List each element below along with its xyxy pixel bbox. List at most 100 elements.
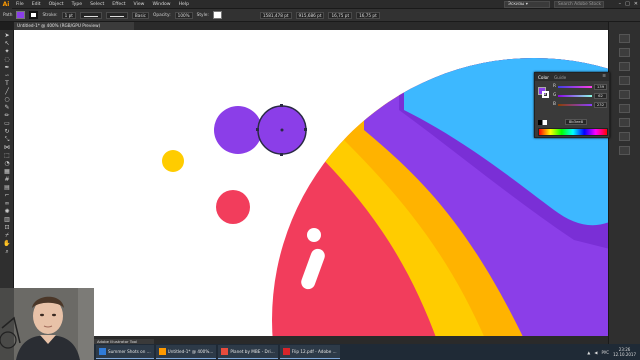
illustrator-app-icon [158, 348, 166, 355]
taskbar-item-illustrator[interactable]: Untitled-1* @ 400%... [155, 345, 217, 359]
width-field[interactable]: 16,75 pt [328, 11, 353, 19]
artboard-canvas[interactable] [14, 30, 608, 344]
direct-selection-tool-icon[interactable]: ↖ [3, 40, 11, 47]
lasso-icon[interactable]: ◌ [3, 56, 11, 63]
minimize-icon[interactable]: – [619, 0, 622, 9]
hex-value-field[interactable]: 8b3ee8 [565, 119, 587, 125]
gradient-tool-icon[interactable]: ▤ [3, 184, 11, 191]
paintbrush-icon[interactable]: ✎ [3, 104, 11, 111]
taskbar-item-summer-shots[interactable]: Summer Shots on ... [96, 345, 154, 359]
menu-object[interactable]: Object [45, 2, 68, 7]
tab-guide[interactable]: Guide [554, 75, 566, 80]
brushes-icon[interactable] [619, 104, 630, 113]
x-coordinate-field[interactable]: 1581,478 pt [259, 11, 292, 19]
purple-circle[interactable] [214, 106, 262, 154]
opacity-label[interactable]: Opacity: [153, 13, 171, 18]
artboard-tool-icon[interactable]: ⊡ [3, 224, 11, 231]
panel-menu-icon[interactable]: ≡ [602, 74, 606, 79]
color-spectrum[interactable] [538, 128, 608, 136]
column-graph-icon[interactable]: ▥ [3, 216, 11, 223]
menu-effect[interactable]: Effect [108, 2, 129, 7]
slice-tool-icon[interactable]: ⌿ [3, 232, 11, 239]
libraries-icon[interactable] [619, 62, 630, 71]
selection-tool-icon[interactable]: ➤ [3, 32, 11, 39]
mesh-tool-icon[interactable]: # [3, 176, 11, 183]
pencil-icon[interactable]: ✏ [3, 112, 11, 119]
volume-icon[interactable]: ◀ [594, 350, 597, 355]
properties-icon[interactable] [619, 34, 630, 43]
green-value-field[interactable]: 62 [594, 93, 607, 99]
planet[interactable] [14, 30, 608, 344]
eraser-icon[interactable]: ▭ [3, 120, 11, 127]
curvature-tool-icon[interactable]: ∽ [3, 72, 11, 79]
menu-edit[interactable]: Edit [28, 2, 45, 7]
language-indicator[interactable]: РУС [601, 350, 609, 355]
stock-search-input[interactable]: Search Adobe Stock [554, 1, 604, 8]
zoom-tool-icon[interactable]: ⌕ [3, 248, 11, 255]
color-stroke-swatch[interactable] [542, 91, 549, 98]
yellow-circle[interactable] [162, 150, 184, 172]
document-tab[interactable]: Untitled-1* @ 400% (RGB/GPU Preview) [14, 22, 134, 30]
hand-tool-icon[interactable]: ✋ [3, 240, 11, 247]
blend-tool-icon[interactable]: ∞ [3, 200, 11, 207]
stroke-label: Stroke: [42, 12, 58, 18]
blue-value-field[interactable]: 232 [594, 102, 607, 108]
red-slider[interactable] [558, 86, 592, 88]
eyedropper-icon[interactable]: ⌐ [3, 192, 11, 199]
variable-width-profile[interactable] [79, 11, 102, 19]
line-tool-icon[interactable]: ╱ [3, 88, 11, 95]
scale-tool-icon[interactable]: ⤡ [3, 136, 11, 143]
type-tool-icon[interactable]: T [3, 80, 11, 87]
workspace-switcher[interactable]: Эскизы ▾ [504, 1, 550, 8]
color-panel-icon[interactable] [619, 76, 630, 85]
windows-taskbar: Summer Shots on ... Untitled-1* @ 400%..… [94, 344, 640, 360]
swatches-icon[interactable] [619, 90, 630, 99]
brush-definition[interactable] [105, 11, 128, 19]
color-panel-tabs: Color Guide [535, 73, 609, 81]
width-tool-icon[interactable]: ⋈ [3, 144, 11, 151]
shape-builder-icon[interactable]: ◔ [3, 160, 11, 167]
stroke-swatch[interactable] [29, 11, 39, 19]
free-transform-icon[interactable]: ⬚ [3, 152, 11, 159]
symbol-sprayer-icon[interactable]: ✺ [3, 208, 11, 215]
network-icon[interactable]: ▲ [587, 350, 590, 355]
ellipse-tool-icon[interactable]: ○ [3, 96, 11, 103]
y-coordinate-field[interactable]: 915,686 pt [295, 11, 325, 19]
anchor-point[interactable] [256, 128, 259, 131]
graphic-style-swatch[interactable] [212, 11, 222, 19]
close-icon[interactable]: ✕ [634, 0, 638, 9]
taskbar-item-pdf[interactable]: Flip 12.pdf - Adobe ... [279, 345, 340, 359]
anchor-point[interactable] [304, 128, 307, 131]
brush-field[interactable]: Basic [131, 11, 149, 19]
transparency-icon[interactable] [619, 146, 630, 155]
anchor-point[interactable] [280, 104, 283, 107]
red-circle[interactable] [216, 190, 250, 224]
gradient-panel-icon[interactable] [619, 132, 630, 141]
blue-slider[interactable] [558, 104, 592, 106]
green-slider[interactable] [558, 95, 592, 97]
stroke-weight-field[interactable]: 1 pt [61, 11, 76, 19]
red-channel-row: R 139 [553, 84, 609, 91]
planet-artwork [14, 30, 608, 344]
rotate-tool-icon[interactable]: ↻ [3, 128, 11, 135]
perspective-grid-icon[interactable]: ▦ [3, 168, 11, 175]
anchor-point[interactable] [280, 153, 283, 156]
magic-wand-icon[interactable]: ✦ [3, 48, 11, 55]
menu-select[interactable]: Select [86, 2, 108, 7]
menu-type[interactable]: Type [68, 2, 87, 7]
pen-tool-icon[interactable]: ✒ [3, 64, 11, 71]
fill-swatch[interactable] [16, 11, 26, 19]
menu-window[interactable]: Window [148, 2, 174, 7]
layers-icon[interactable] [619, 48, 630, 57]
taskbar-item-planet[interactable]: Planet by MBE - Dri... [218, 345, 278, 359]
menu-view[interactable]: View [130, 2, 149, 7]
menu-help[interactable]: Help [175, 2, 193, 7]
height-field[interactable]: 16,75 pt [356, 11, 380, 19]
opacity-field[interactable]: 100% [174, 11, 193, 19]
menu-file[interactable]: File [12, 2, 28, 7]
tab-color[interactable]: Color [538, 75, 549, 80]
red-value-field[interactable]: 139 [594, 84, 607, 90]
maximize-icon[interactable]: □ [625, 0, 630, 9]
stroke-panel-icon[interactable] [619, 118, 630, 127]
clock[interactable]: 23:26 12.10.2017 [613, 347, 636, 357]
